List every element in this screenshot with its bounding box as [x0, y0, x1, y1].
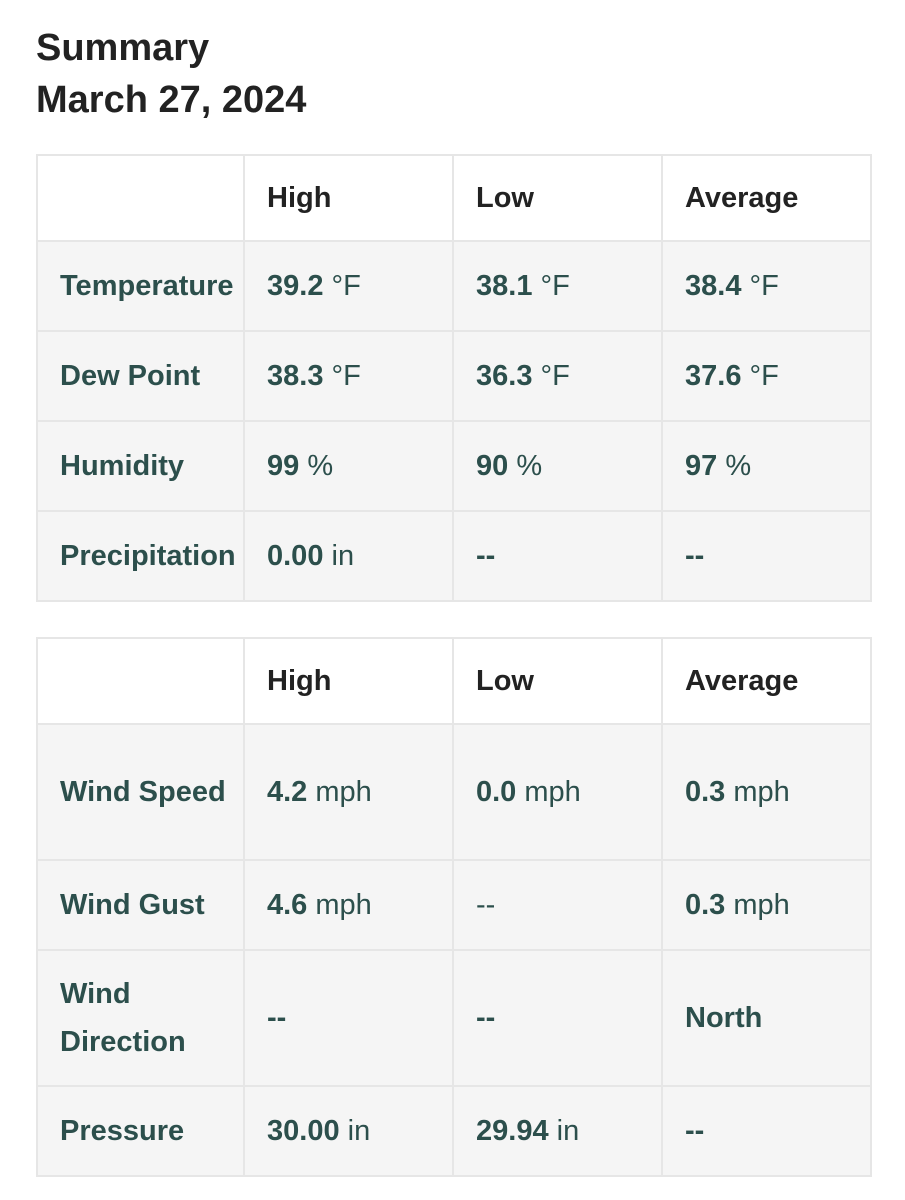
weather-summary-table: High Low Average Temperature 39.2 °F 38.… [36, 154, 872, 602]
row-label: Pressure [36, 1085, 245, 1177]
humidity-low: 90 % [452, 420, 663, 512]
empty-value: -- [476, 888, 496, 921]
wind-gust-high: 4.6 mph [243, 859, 454, 951]
precipitation-low: -- [452, 510, 663, 602]
wind-direction-low: -- [452, 949, 663, 1087]
value: 38.4 [685, 269, 742, 302]
humidity-average: 97 % [661, 420, 872, 512]
unit: mph [315, 775, 372, 808]
row-label: Humidity [36, 420, 245, 512]
value: 0.3 [685, 775, 726, 808]
wind-pressure-table: High Low Average Wind Speed 4.2 mph 0.0 … [36, 637, 872, 1177]
value: 36.3 [476, 359, 533, 392]
summary-date: March 27, 2024 [36, 79, 307, 121]
value: 99 [267, 449, 300, 482]
row-label: Precipitation [36, 510, 245, 602]
summary-heading: Summary [36, 27, 210, 69]
table-row-pressure: Pressure 30.00 in 29.94 in -- [36, 1085, 872, 1177]
value: 38.1 [476, 269, 533, 302]
pressure-high: 30.00 in [243, 1085, 454, 1177]
row-label: Temperature [36, 240, 245, 332]
value: 4.6 [267, 888, 308, 921]
wind-gust-low: -- [452, 859, 663, 951]
humidity-high: 99 % [243, 420, 454, 512]
row-label: Wind Gust [36, 859, 245, 951]
table-row-precipitation: Precipitation 0.00 in -- -- [36, 510, 872, 602]
value: 30.00 [267, 1114, 340, 1147]
empty-value: -- [476, 1001, 496, 1034]
header-high: High [243, 637, 454, 725]
header-low: Low [452, 154, 663, 242]
value: North [685, 1001, 763, 1034]
dew-point-low: 36.3 °F [452, 330, 663, 422]
unit: % [307, 449, 334, 482]
wind-direction-high: -- [243, 949, 454, 1087]
table-row-temperature: Temperature 39.2 °F 38.1 °F 38.4 °F [36, 240, 872, 332]
unit: % [516, 449, 543, 482]
table-header-row: High Low Average [36, 154, 872, 242]
table-row-dew-point: Dew Point 38.3 °F 36.3 °F 37.6 °F [36, 330, 872, 422]
table-row-wind-direction: Wind Direction -- -- North [36, 949, 872, 1087]
unit: in [556, 1114, 580, 1147]
value: 4.2 [267, 775, 308, 808]
row-label: Dew Point [36, 330, 245, 422]
row-label: Wind Speed [36, 723, 245, 861]
empty-value: -- [685, 539, 705, 572]
unit: in [331, 539, 355, 572]
precipitation-high: 0.00 in [243, 510, 454, 602]
row-label: Wind Direction [36, 949, 245, 1087]
value: 0.3 [685, 888, 726, 921]
header-average: Average [661, 154, 872, 242]
unit: mph [524, 775, 581, 808]
value: 97 [685, 449, 718, 482]
value: 38.3 [267, 359, 324, 392]
header-high: High [243, 154, 454, 242]
pressure-low: 29.94 in [452, 1085, 663, 1177]
temperature-average: 38.4 °F [661, 240, 872, 332]
unit: °F [331, 359, 361, 392]
wind-speed-low: 0.0 mph [452, 723, 663, 861]
value: 0.00 [267, 539, 324, 572]
unit: °F [749, 359, 779, 392]
wind-gust-average: 0.3 mph [661, 859, 872, 951]
unit: in [347, 1114, 371, 1147]
unit: °F [540, 359, 570, 392]
page-title: Summary March 27, 2024 [36, 22, 306, 126]
header-low: Low [452, 637, 663, 725]
unit: % [725, 449, 752, 482]
header-empty [36, 637, 245, 725]
empty-value: -- [267, 1001, 287, 1034]
table-header-row: High Low Average [36, 637, 872, 725]
empty-value: -- [476, 539, 496, 572]
unit: mph [733, 888, 790, 921]
unit: mph [733, 775, 790, 808]
dew-point-average: 37.6 °F [661, 330, 872, 422]
dew-point-high: 38.3 °F [243, 330, 454, 422]
empty-value: -- [685, 1114, 705, 1147]
value: 37.6 [685, 359, 742, 392]
value: 90 [476, 449, 509, 482]
table-row-humidity: Humidity 99 % 90 % 97 % [36, 420, 872, 512]
unit: °F [331, 269, 361, 302]
unit: °F [749, 269, 779, 302]
table-row-wind-speed: Wind Speed 4.2 mph 0.0 mph 0.3 mph [36, 723, 872, 861]
value: 39.2 [267, 269, 324, 302]
unit: mph [315, 888, 372, 921]
temperature-high: 39.2 °F [243, 240, 454, 332]
value: 0.0 [476, 775, 517, 808]
wind-speed-average: 0.3 mph [661, 723, 872, 861]
pressure-average: -- [661, 1085, 872, 1177]
table-row-wind-gust: Wind Gust 4.6 mph -- 0.3 mph [36, 859, 872, 951]
unit: °F [540, 269, 570, 302]
precipitation-average: -- [661, 510, 872, 602]
temperature-low: 38.1 °F [452, 240, 663, 332]
wind-speed-high: 4.2 mph [243, 723, 454, 861]
header-empty [36, 154, 245, 242]
header-average: Average [661, 637, 872, 725]
wind-direction-average: North [661, 949, 872, 1087]
value: 29.94 [476, 1114, 549, 1147]
